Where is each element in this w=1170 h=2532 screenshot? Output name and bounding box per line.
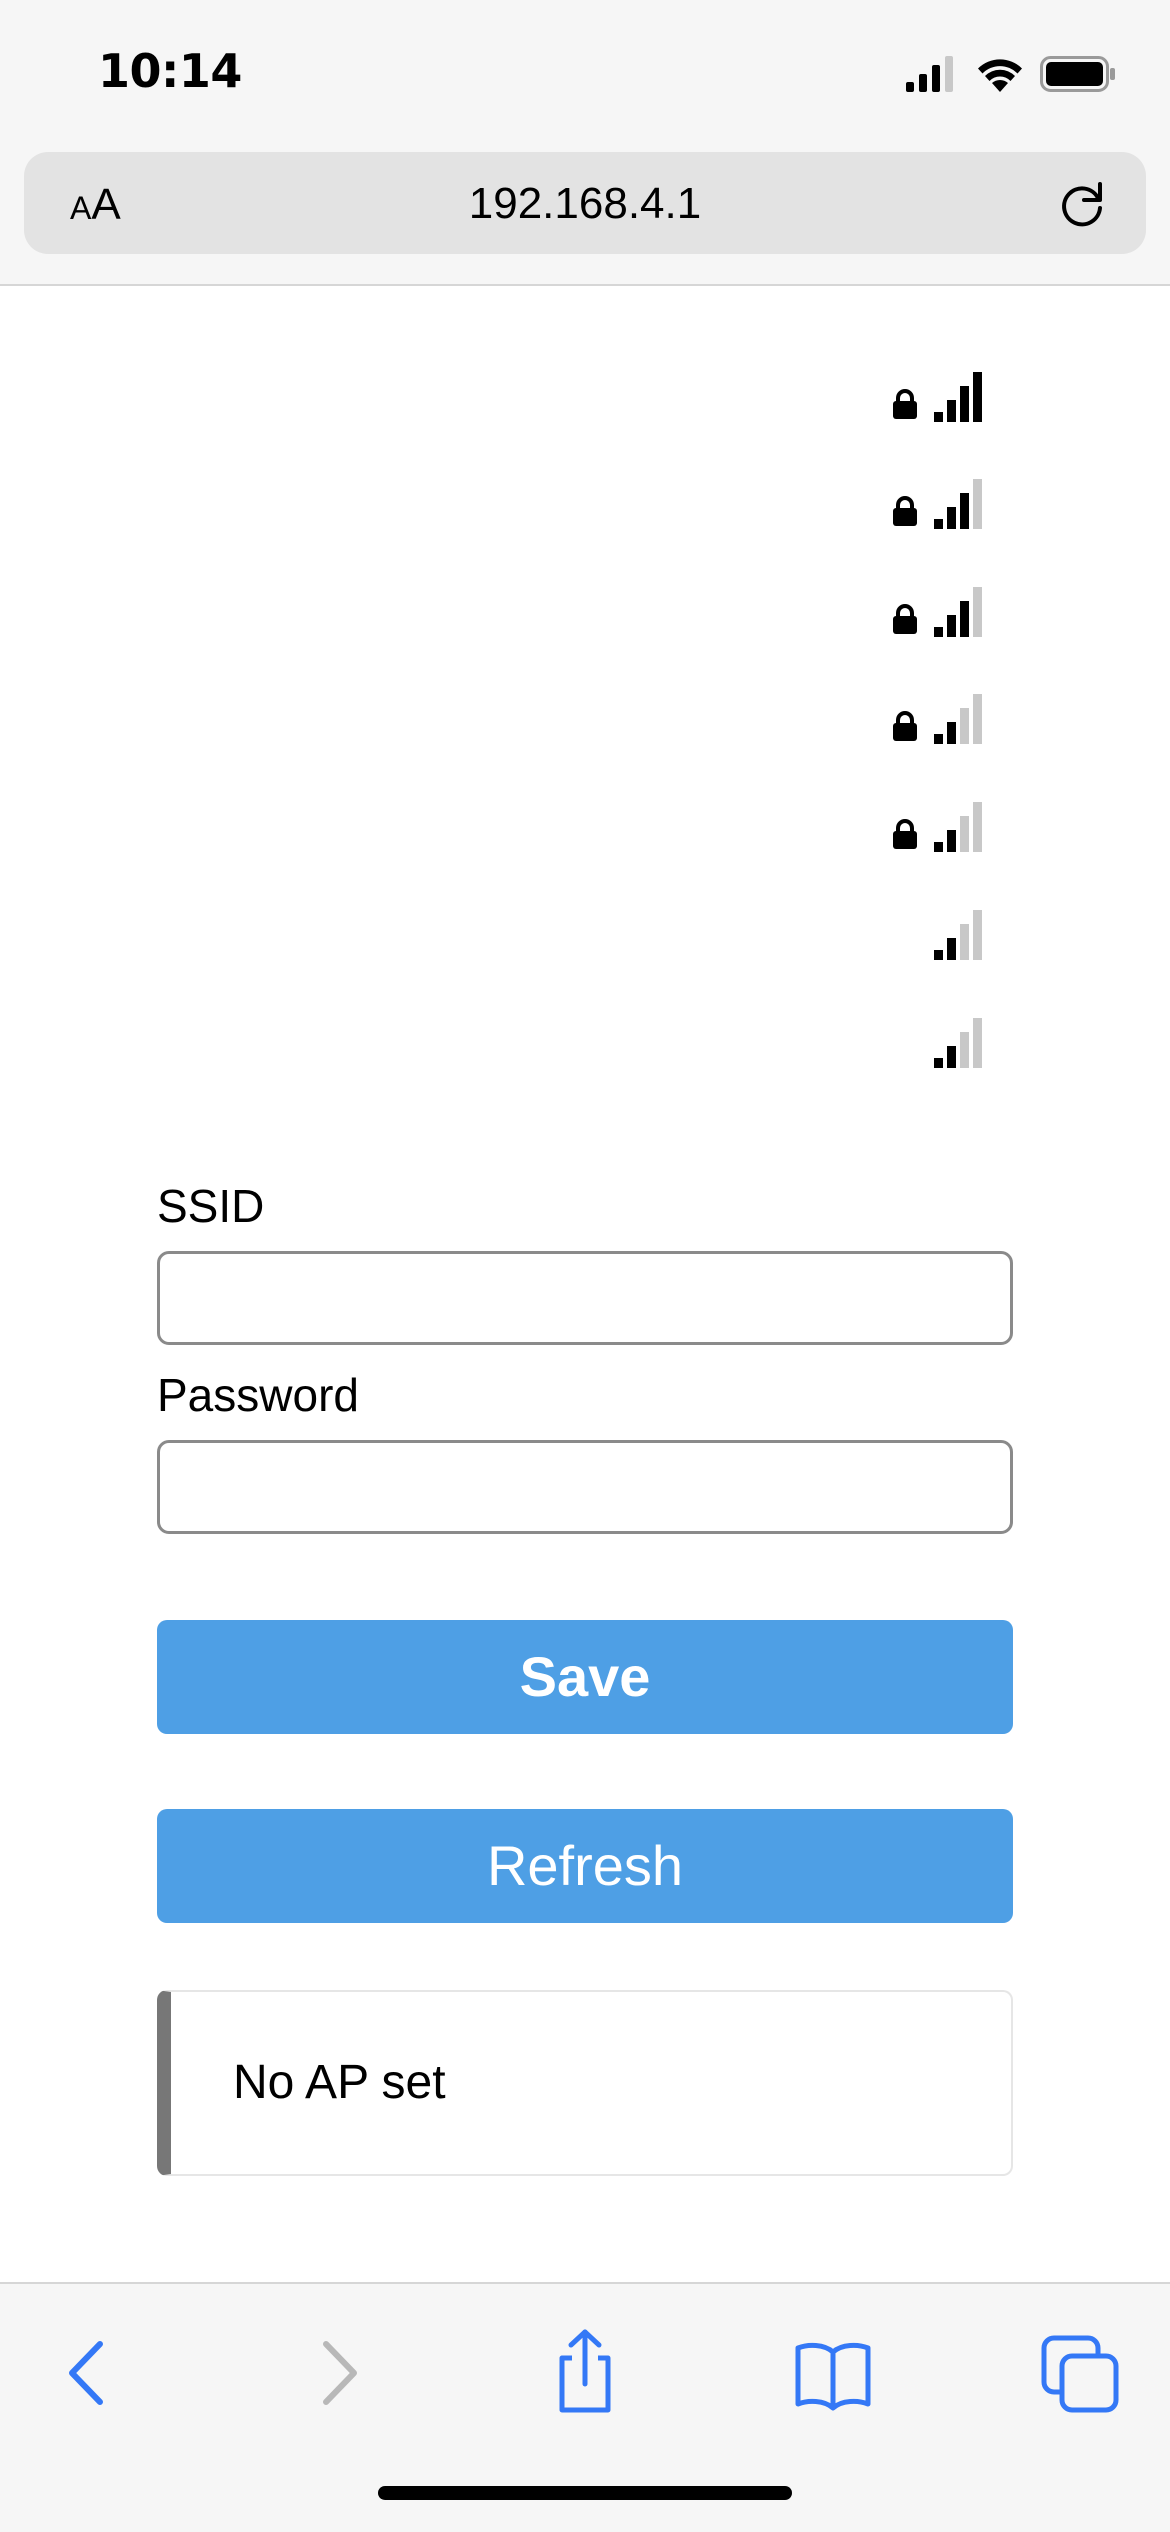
status-bar: 10:14 xyxy=(0,0,1170,150)
cellular-signal-icon xyxy=(906,56,953,92)
url-text[interactable]: 192.168.4.1 xyxy=(24,178,1146,230)
ssid-label: SSID xyxy=(157,1180,265,1232)
save-button[interactable]: Save xyxy=(157,1620,1013,1734)
forward-icon[interactable] xyxy=(294,2328,384,2418)
tabs-icon[interactable] xyxy=(1036,2328,1126,2418)
back-icon[interactable] xyxy=(42,2328,132,2418)
network-item[interactable] xyxy=(880,802,990,858)
lock-icon xyxy=(893,496,917,526)
signal-strength-icon xyxy=(934,587,982,637)
home-indicator[interactable] xyxy=(378,2486,792,2500)
screen: 10:14 AA 192.168.4.1 SSID Password Save … xyxy=(0,0,1170,2532)
share-icon[interactable] xyxy=(540,2328,630,2418)
ssid-input[interactable] xyxy=(157,1251,1013,1345)
network-item[interactable] xyxy=(880,479,990,535)
status-message: No AP set xyxy=(233,2056,446,2109)
refresh-button[interactable]: Refresh xyxy=(157,1809,1013,1923)
network-item[interactable] xyxy=(880,372,990,428)
lock-icon xyxy=(893,389,917,419)
lock-icon xyxy=(893,819,917,849)
battery-icon xyxy=(1040,56,1115,92)
password-label: Password xyxy=(157,1369,359,1421)
browser-address-bar: AA 192.168.4.1 xyxy=(0,150,1170,286)
lock-icon xyxy=(893,604,917,634)
status-message-box: No AP set xyxy=(157,1990,1013,2176)
wifi-icon xyxy=(978,59,1022,92)
password-input[interactable] xyxy=(157,1440,1013,1534)
lock-icon xyxy=(893,711,917,741)
bookmarks-icon[interactable] xyxy=(788,2328,878,2418)
status-time: 10:14 xyxy=(98,44,242,98)
address-pill[interactable]: AA 192.168.4.1 xyxy=(24,152,1146,254)
signal-strength-icon xyxy=(934,372,982,422)
reload-icon[interactable] xyxy=(1054,176,1110,232)
network-item[interactable] xyxy=(880,587,990,643)
network-item[interactable] xyxy=(880,694,990,750)
signal-strength-icon xyxy=(934,1018,982,1068)
network-item[interactable] xyxy=(880,910,990,966)
signal-strength-icon xyxy=(934,910,982,960)
signal-strength-icon xyxy=(934,694,982,744)
network-item[interactable] xyxy=(880,1018,990,1074)
signal-strength-icon xyxy=(934,479,982,529)
signal-strength-icon xyxy=(934,802,982,852)
